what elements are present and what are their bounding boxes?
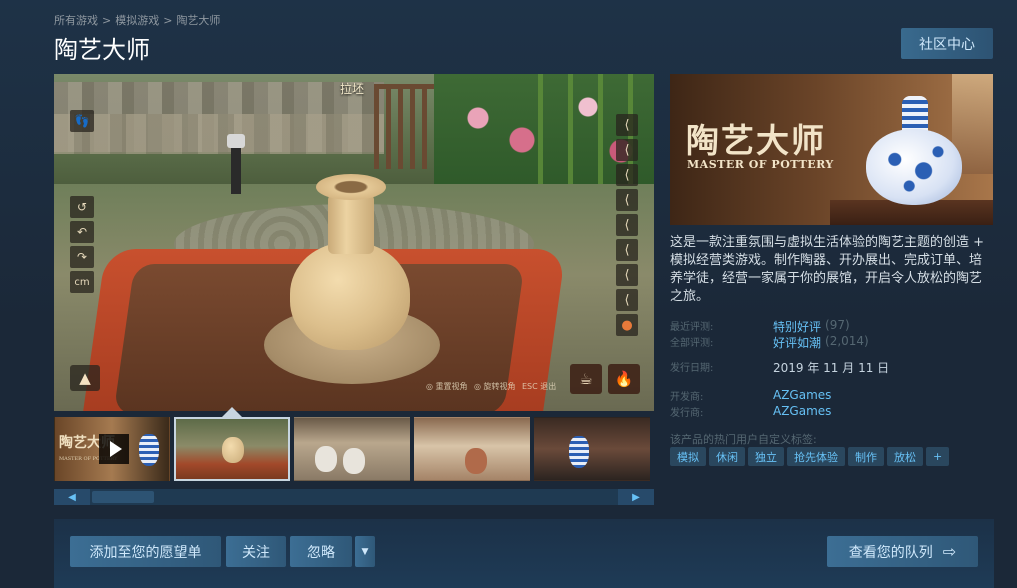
thumbnail[interactable]: [414, 417, 530, 481]
shape-tool[interactable]: ⟨: [616, 164, 638, 186]
shape-tool[interactable]: ⟨: [616, 239, 638, 261]
breadcrumb-simulation[interactable]: 模拟游戏: [115, 14, 159, 27]
hint-rotate-view-label: 旋转视角: [483, 382, 516, 391]
recent-reviews-row: 最近评测: 特别好评 (97): [670, 318, 850, 335]
hint-reset-view: ◎ 重置视角: [426, 382, 468, 391]
tag-simulation[interactable]: 模拟: [670, 447, 706, 466]
hint-rotate-view: ◎ 旋转视角: [474, 382, 516, 391]
unit-toggle[interactable]: cm: [70, 271, 94, 293]
scene-stone-wall-lower: [54, 114, 384, 154]
water-drop-icon[interactable]: ●: [616, 314, 638, 336]
all-reviews-row: 全部评测: 好评如潮 (2,014): [670, 334, 869, 351]
thumbnail[interactable]: [534, 417, 650, 481]
shape-tool[interactable]: ⟨: [616, 189, 638, 211]
hint-exit-label: 退出: [540, 382, 557, 391]
thumb-vase: [315, 446, 337, 472]
thumb-vase: [222, 437, 244, 463]
recent-reviews-label: 最近评测:: [670, 322, 714, 333]
thumbnail-active[interactable]: [174, 417, 290, 481]
scroll-thumb[interactable]: [92, 491, 154, 503]
clay-vase-lip: [316, 174, 386, 200]
tag-casual[interactable]: 休闲: [709, 447, 745, 466]
thumb-vase: [465, 448, 487, 474]
triangle-up-icon[interactable]: ▲: [70, 365, 100, 391]
ignore-button[interactable]: 忽略: [290, 536, 352, 567]
all-reviews-count: (2,014): [825, 334, 869, 348]
game-description: 这是一款注重氛围与虚拟生活体验的陶艺主题的创造 + 模拟经营类游戏。制作陶器、开…: [670, 235, 985, 304]
scene-mode-label: 拉坯: [340, 82, 365, 96]
tags-label: 该产品的热门用户自定义标签:: [670, 433, 817, 446]
breadcrumb: 所有游戏 > 模拟游戏 > 陶艺大师: [54, 12, 220, 28]
undo-tool[interactable]: ↶: [70, 221, 94, 243]
teapot-icon[interactable]: ☕: [570, 364, 602, 394]
rotate-tool[interactable]: ↺: [70, 196, 94, 218]
tag-early-access[interactable]: 抢先体验: [787, 447, 845, 466]
tag-crafting[interactable]: 制作: [848, 447, 884, 466]
capsule-vase-body: [866, 129, 962, 205]
recent-reviews-value[interactable]: 特别好评: [773, 318, 821, 335]
thumb-vase: [343, 448, 365, 474]
thumb-vase: [139, 434, 159, 466]
garden-lamp-head: [227, 134, 245, 148]
hint-exit: ESC 退出: [522, 381, 556, 392]
main-screenshot[interactable]: 拉坯 👣 ↺ ↶ ↷ cm ⟨ ⟨ ⟨ ⟨ ⟨ ⟨ ⟨ ⟨ ● ▲ ◎ 重置视角…: [54, 74, 654, 411]
footprint-icon[interactable]: 👣: [70, 110, 94, 132]
publisher-link[interactable]: AZGames: [773, 404, 831, 419]
view-queue-button[interactable]: 查看您的队列 ⇨: [827, 536, 978, 567]
thumbnail-video[interactable]: 陶艺大师 MASTER OF POTTERY: [54, 417, 170, 481]
thumbnail-strip: 陶艺大师 MASTER OF POTTERY: [54, 417, 654, 481]
follow-button[interactable]: 关注: [226, 536, 286, 567]
redo-tool[interactable]: ↷: [70, 246, 94, 268]
all-reviews-label: 全部评测:: [670, 338, 714, 349]
capsule-subtitle: MASTER OF POTTERY: [687, 158, 834, 171]
tag-relaxing[interactable]: 放松: [887, 447, 923, 466]
active-thumb-pointer: [222, 407, 242, 417]
view-queue-label: 查看您的队列: [848, 544, 933, 561]
chevron-down-icon[interactable]: ▼: [355, 536, 375, 567]
developer-link[interactable]: AZGames: [773, 388, 831, 403]
release-date-value: 2019 年 11 月 11 日: [773, 361, 890, 375]
esc-key: ESC: [522, 382, 538, 391]
thumbnail[interactable]: [294, 417, 410, 481]
all-reviews-value[interactable]: 好评如潮: [773, 334, 821, 351]
play-icon[interactable]: [99, 434, 129, 464]
developer-row: 开发商: AZGames: [670, 388, 831, 403]
shape-tool[interactable]: ⟨: [616, 289, 638, 311]
shape-tool[interactable]: ⟨: [616, 139, 638, 161]
shape-tools: ⟨ ⟨ ⟨ ⟨ ⟨ ⟨ ⟨ ⟨ ●: [616, 114, 638, 364]
thumbnail-scrollbar[interactable]: ◀ ▶: [54, 489, 654, 505]
community-hub-button[interactable]: 社区中心: [901, 28, 993, 59]
breadcrumb-sep: >: [163, 14, 173, 27]
recent-reviews-count: (97): [825, 318, 850, 332]
thumb-vase: [569, 436, 589, 468]
page-title: 陶艺大师: [54, 36, 150, 64]
breadcrumb-sep: >: [102, 14, 112, 27]
tag-more-button[interactable]: +: [926, 447, 950, 466]
release-date-row: 发行日期: 2019 年 11 月 11 日: [670, 359, 889, 376]
add-to-wishlist-button[interactable]: 添加至您的愿望单: [70, 536, 221, 567]
kiln-fire-icon[interactable]: 🔥: [608, 364, 640, 394]
clay-vase-neck: [328, 194, 374, 254]
shape-tool[interactable]: ⟨: [616, 114, 638, 136]
clay-vase-body: [290, 242, 410, 350]
breadcrumb-all-games[interactable]: 所有游戏: [54, 14, 98, 27]
hint-reset-view-label: 重置视角: [435, 382, 468, 391]
scroll-right-icon[interactable]: ▶: [618, 489, 654, 505]
breadcrumb-current[interactable]: 陶艺大师: [176, 14, 220, 27]
release-date-label: 发行日期:: [670, 363, 714, 374]
tag-indie[interactable]: 独立: [748, 447, 784, 466]
arrow-right-icon: ⇨: [942, 542, 957, 561]
header-capsule-image: 陶艺大师 MASTER OF POTTERY: [670, 74, 993, 225]
publisher-row: 发行商: AZGames: [670, 404, 831, 419]
shape-tool[interactable]: ⟨: [616, 264, 638, 286]
publisher-label: 发行商:: [670, 408, 704, 419]
scroll-left-icon[interactable]: ◀: [54, 489, 90, 505]
shape-tool[interactable]: ⟨: [616, 214, 638, 236]
tag-list: 模拟 休闲 独立 抢先体验 制作 放松 +: [670, 447, 950, 466]
developer-label: 开发商:: [670, 392, 704, 403]
capsule-title: 陶艺大师: [686, 121, 826, 160]
